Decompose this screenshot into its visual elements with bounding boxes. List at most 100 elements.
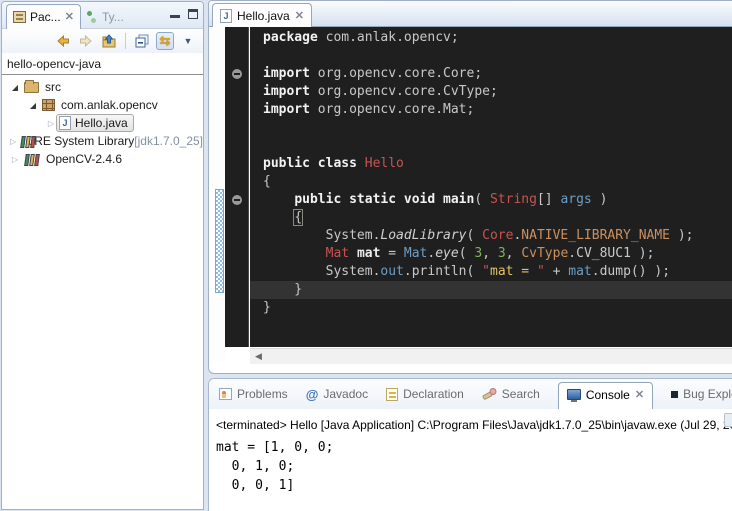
annotation-ruler[interactable] <box>212 27 225 362</box>
code-line[interactable]: import org.opencv.core.Core; <box>250 65 732 83</box>
console-output-text[interactable]: mat = [1, 0, 0; 0, 1, 0; 0, 0, 1] <box>209 432 732 495</box>
package-explorer-toolbar: ⇆ ▼ <box>2 29 203 53</box>
console-output-line: 0, 0, 1] <box>216 478 294 493</box>
fold-collapse-icon[interactable] <box>232 195 242 205</box>
code-line[interactable] <box>250 119 732 137</box>
declaration-icon <box>386 388 398 401</box>
collapsed-arrow-icon[interactable]: ▷ <box>46 119 56 128</box>
maximize-icon[interactable] <box>188 9 198 19</box>
console-toolbar-fragment <box>724 413 732 427</box>
code-line[interactable]: import org.opencv.core.CvType; <box>250 83 732 101</box>
code-line[interactable]: package com.anlak.opencv; <box>250 29 732 47</box>
collapse-all-icon <box>134 33 150 49</box>
up-folder-icon <box>101 33 117 49</box>
package-explorer-view: Pac... ✕ Ty... <box>1 1 204 510</box>
console-view: Problems @ Javadoc Declaration Search Co… <box>208 378 732 511</box>
folding-margin[interactable] <box>225 27 249 347</box>
library-icon <box>24 153 41 166</box>
tree-item-hello-java[interactable]: ▷ J Hello.java <box>2 114 203 132</box>
editor-area: J Hello.java ✕ package com.anlak.opencv;… <box>208 0 732 374</box>
tab-type-hierarchy[interactable]: Ty... <box>80 4 130 29</box>
chevron-down-icon: ▼ <box>184 36 193 46</box>
tree-item-opencv-library[interactable]: ▷ OpenCV-2.4.6 <box>2 150 203 168</box>
tab-type-hierarchy-label: Ty... <box>102 10 124 24</box>
tab-package-explorer[interactable]: Pac... ✕ <box>6 4 81 29</box>
package-explorer-icon <box>13 11 26 23</box>
code-line[interactable]: } <box>250 281 732 299</box>
tab-declaration[interactable]: Declaration <box>386 387 464 401</box>
tab-search[interactable]: Search <box>482 387 540 401</box>
forward-arrow-icon <box>78 33 94 49</box>
tree-item-hello-java-label: Hello.java <box>75 116 128 130</box>
jre-version-decorator: [jdk1.7.0_25] <box>134 134 203 148</box>
tab-declaration-label: Declaration <box>403 387 464 401</box>
tree-item-package-label: com.anlak.opencv <box>61 98 158 112</box>
code-line[interactable]: } <box>250 299 732 317</box>
tree-item-opencv-label: OpenCV-2.4.6 <box>46 152 122 166</box>
code-line[interactable]: { <box>250 209 732 227</box>
code-line[interactable]: Mat mat = Mat.eye( 3, 3, CvType.CV_8UC1 … <box>250 245 732 263</box>
horizontal-scrollbar[interactable]: ◀ <box>250 348 732 364</box>
tree-item-src[interactable]: ◢ src <box>2 78 203 96</box>
tree-item-package[interactable]: ◢ com.anlak.opencv <box>2 96 203 114</box>
code-line[interactable]: { <box>250 173 732 191</box>
console-process-title: <terminated> Hello [Java Application] C:… <box>209 409 732 432</box>
code-line[interactable]: System.LoadLibrary( Core.NATIVE_LIBRARY_… <box>250 227 732 245</box>
code-editor[interactable]: package com.anlak.opencv; import org.open… <box>250 27 732 347</box>
tree-item-src-label: src <box>45 80 61 94</box>
selected-tree-item[interactable]: J Hello.java <box>56 114 134 132</box>
tab-problems-label: Problems <box>237 387 288 401</box>
tab-search-label: Search <box>502 387 540 401</box>
fold-collapse-icon[interactable] <box>232 69 242 79</box>
tab-console[interactable]: Console ✕ <box>558 382 653 409</box>
close-icon[interactable]: ✕ <box>295 11 304 21</box>
collapse-all-button[interactable] <box>133 32 151 50</box>
link-with-editor-button[interactable]: ⇆ <box>156 32 174 50</box>
method-range-indicator <box>215 189 224 293</box>
tree-item-project[interactable]: hello-opencv-java <box>2 53 203 75</box>
tree-item-jre-library[interactable]: ▷ JRE System Library [jdk1.7.0_25] <box>2 132 203 150</box>
javadoc-icon: @ <box>306 387 319 402</box>
forward-button[interactable] <box>77 32 95 50</box>
close-icon[interactable]: ✕ <box>635 390 644 400</box>
collapsed-arrow-icon[interactable]: ▷ <box>10 137 16 146</box>
expanded-arrow-icon[interactable]: ◢ <box>28 101 38 110</box>
console-tabbar: Problems @ Javadoc Declaration Search Co… <box>209 379 732 409</box>
project-tree: hello-opencv-java ◢ src ◢ com.anlak.open… <box>2 53 203 168</box>
console-output-area[interactable]: <terminated> Hello [Java Application] C:… <box>209 409 732 511</box>
code-line[interactable]: System.out.println( "mat = " + mat.dump(… <box>250 263 732 281</box>
tab-bug-explorer[interactable]: Bug Explorer <box>671 387 732 401</box>
type-hierarchy-icon <box>86 11 98 23</box>
code-line[interactable]: public class Hello <box>250 155 732 173</box>
package-explorer-header: Pac... ✕ Ty... <box>2 2 203 29</box>
java-file-icon: J <box>220 9 232 23</box>
tab-javadoc[interactable]: @ Javadoc <box>306 387 368 402</box>
tab-bug-explorer-label: Bug Explorer <box>683 387 732 401</box>
tab-console-label: Console <box>586 388 630 402</box>
java-file-icon: J <box>59 116 71 130</box>
tab-hello-java[interactable]: J Hello.java ✕ <box>212 3 312 27</box>
search-icon <box>482 387 497 401</box>
code-line[interactable] <box>250 137 732 155</box>
link-with-editor-icon: ⇆ <box>160 33 171 49</box>
tab-javadoc-label: Javadoc <box>323 387 368 401</box>
scroll-left-icon[interactable]: ◀ <box>250 351 262 362</box>
code-line[interactable]: import org.opencv.core.Mat; <box>250 101 732 119</box>
expanded-arrow-icon[interactable]: ◢ <box>10 83 20 92</box>
close-icon[interactable]: ✕ <box>65 12 74 22</box>
minimize-icon[interactable] <box>170 9 180 18</box>
back-button[interactable] <box>54 32 72 50</box>
library-icon <box>20 135 23 148</box>
go-up-button[interactable] <box>100 32 118 50</box>
tree-item-jre-label: JRE System Library <box>28 134 134 148</box>
collapsed-arrow-icon[interactable]: ▷ <box>10 155 20 164</box>
code-line[interactable]: public static void main( String[] args ) <box>250 191 732 209</box>
console-icon <box>567 389 581 400</box>
bug-explorer-icon <box>671 391 678 398</box>
tab-problems[interactable]: Problems <box>219 387 288 401</box>
source-folder-icon <box>24 82 39 93</box>
code-line[interactable] <box>250 47 732 65</box>
view-menu-button[interactable]: ▼ <box>179 32 197 50</box>
package-icon <box>42 99 55 111</box>
back-arrow-icon <box>55 33 71 49</box>
